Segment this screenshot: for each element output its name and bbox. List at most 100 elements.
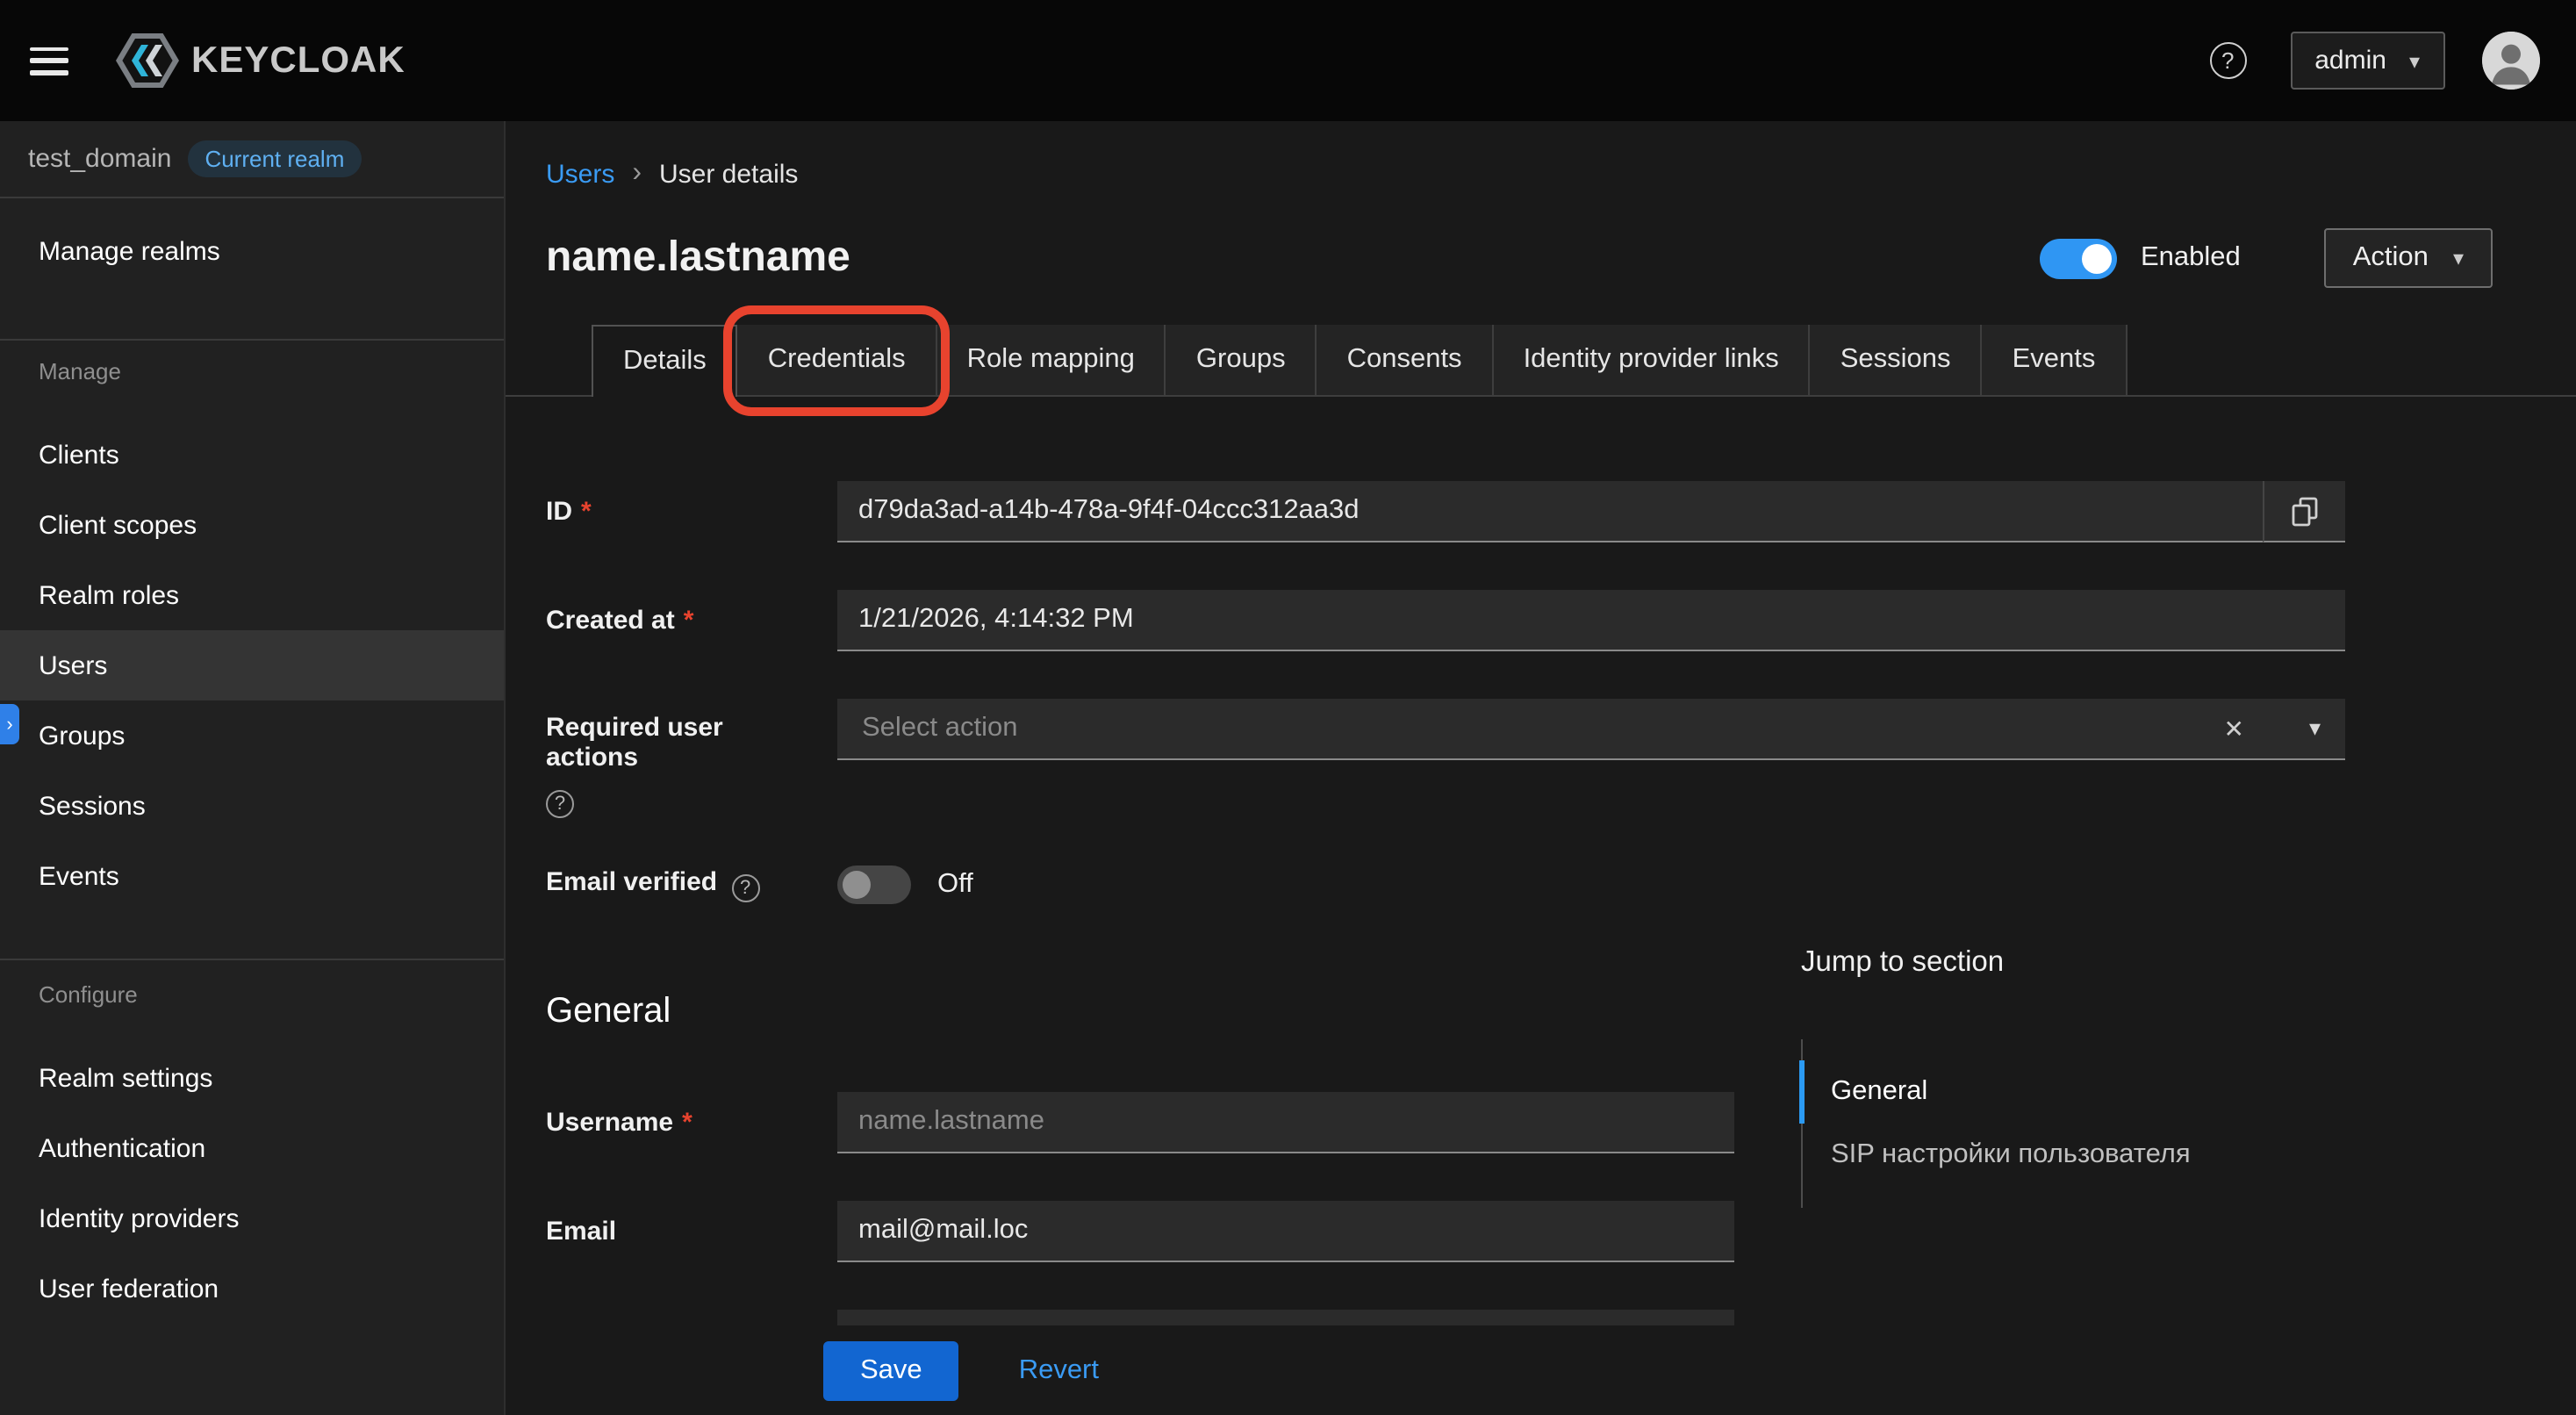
hamburger-bar [30,47,68,51]
created-at-field[interactable] [837,590,2345,651]
tab-consents[interactable]: Consents [1317,325,1494,395]
required-marker: * [581,497,592,527]
tab-events[interactable]: Events [1983,325,2128,395]
label-text: Required user actions [546,713,723,772]
chevron-right-icon: › [6,714,12,735]
username-label: Username* [546,1108,837,1138]
toggle-knob [2083,243,2113,273]
nav-group-configure: Realm settings Authentication Identity p… [0,1043,504,1324]
tab-sessions[interactable]: Sessions [1811,325,1983,395]
email-verified-label: Email verified? [546,867,837,902]
page-header: name.lastname Enabled Action ▾ [546,219,2492,297]
action-dropdown-label: Action [2353,242,2429,274]
chevron-right-icon: › [632,158,642,190]
form-row-email: Email [546,1201,2345,1262]
enabled-label: Enabled [2141,242,2241,274]
created-at-label: Created at* [546,606,837,636]
avatar[interactable] [2481,32,2539,90]
tab-label: Credentials [768,344,906,376]
tab-label: Sessions [1841,344,1951,376]
required-actions-label: Required user actions ? [546,699,837,818]
breadcrumb-current: User details [659,159,798,189]
keycloak-logo[interactable]: KEYCLOAK [116,33,405,88]
email-control [837,1201,1734,1262]
toggle-knob [843,871,871,899]
label-text: Username [546,1108,673,1138]
sidebar-item-realm-roles[interactable]: Realm roles [0,560,504,630]
form-row-required-actions: Required user actions ? Select action ✕ … [546,699,2345,818]
select-placeholder: Select action [862,713,2223,744]
sidebar-expand-handle[interactable]: › [0,704,19,744]
realm-selector[interactable]: test_domain Current realm [0,121,504,198]
tab-label: Events [2013,344,2096,376]
email-field[interactable] [837,1201,1734,1262]
chevron-down-icon: ▾ [2453,246,2464,270]
sidebar-item-user-federation[interactable]: User federation [0,1253,504,1324]
sidebar-item-groups[interactable]: Groups [0,700,504,771]
required-actions-select[interactable]: Select action ✕ ▾ [837,699,2345,760]
id-field[interactable] [837,481,2263,542]
action-dropdown-button[interactable]: Action ▾ [2325,228,2492,288]
form-action-bar: Save Revert [506,1325,2576,1415]
keycloak-logo-icon [116,33,179,88]
clear-selection-icon[interactable]: ✕ [2223,714,2243,743]
revert-button[interactable]: Revert [1019,1354,1099,1386]
tab-label: Identity provider links [1524,344,1779,376]
breadcrumb-users-link[interactable]: Users [546,159,614,189]
tab-label: Role mapping [967,344,1135,376]
username-field[interactable] [837,1092,1734,1153]
help-icon[interactable]: ? [2209,42,2246,79]
divider [0,959,504,960]
tab-details[interactable]: Details [592,325,738,397]
nav-toggle-icon[interactable] [30,47,68,75]
tab-credentials[interactable]: Credentials [738,325,937,395]
tab-label: Groups [1196,344,1286,376]
sidebar-item-identity-providers[interactable]: Identity providers [0,1183,504,1253]
id-control [837,481,2345,542]
keycloak-logo-text: KEYCLOAK [191,40,405,82]
jump-link-general[interactable]: General [1799,1060,2240,1124]
required-actions-control: Select action ✕ ▾ [837,699,2345,760]
tab-identity-provider-links[interactable]: Identity provider links [1494,325,1811,395]
sidebar-item-realm-settings[interactable]: Realm settings [0,1043,504,1113]
jump-list: General SIP настройки пользователя [1801,1039,2240,1208]
created-at-control [837,590,2345,651]
tabbar: Details Credentials Role mapping Groups … [506,327,2576,397]
sidebar-item-client-scopes[interactable]: Client scopes [0,490,504,560]
nav-section-manage: Manage [0,358,504,384]
sidebar-item-authentication[interactable]: Authentication [0,1113,504,1183]
help-icon[interactable]: ? [546,790,574,818]
enabled-toggle[interactable] [2041,238,2118,278]
jump-to-section: Jump to section General SIP настройки по… [1801,946,2240,1208]
label-text: Email verified [546,867,717,897]
realm-name: test_domain [28,144,171,174]
sidebar-item-manage-realms[interactable]: Manage realms [0,216,504,286]
masthead-actions: ? admin ▾ [2209,32,2539,90]
user-avatar-icon [2481,32,2539,90]
copy-button[interactable] [2263,481,2345,542]
sidebar-item-clients[interactable]: Clients [0,420,504,490]
sidebar-item-sessions[interactable]: Sessions [0,771,504,841]
jump-title: Jump to section [1801,946,2240,980]
username-control [837,1092,1734,1153]
help-icon[interactable]: ? [731,874,759,902]
form-row-created-at: Created at* [546,590,2345,651]
tab-role-mapping[interactable]: Role mapping [937,325,1166,395]
current-realm-badge: Current realm [187,140,362,177]
sidebar-item-users[interactable]: Users [0,630,504,700]
page-title: name.lastname [546,233,850,283]
email-verified-control: Off [837,866,2345,904]
sidebar: test_domain Current realm Manage realms … [0,121,506,1415]
sidebar-item-events[interactable]: Events [0,841,504,911]
copy-icon [2291,496,2319,526]
id-label: ID* [546,497,837,527]
breadcrumb: Users › User details [546,158,798,190]
email-verified-toggle[interactable] [837,866,911,904]
form-row-id: ID* [546,481,2345,542]
user-menu-dropdown[interactable]: admin ▾ [2290,32,2444,90]
save-button[interactable]: Save [823,1340,959,1400]
jump-link-sip-settings[interactable]: SIP настройки пользователя [1799,1124,2240,1187]
label-text: Created at [546,606,675,636]
tab-groups[interactable]: Groups [1166,325,1317,395]
chevron-down-icon: ▾ [2409,48,2420,73]
